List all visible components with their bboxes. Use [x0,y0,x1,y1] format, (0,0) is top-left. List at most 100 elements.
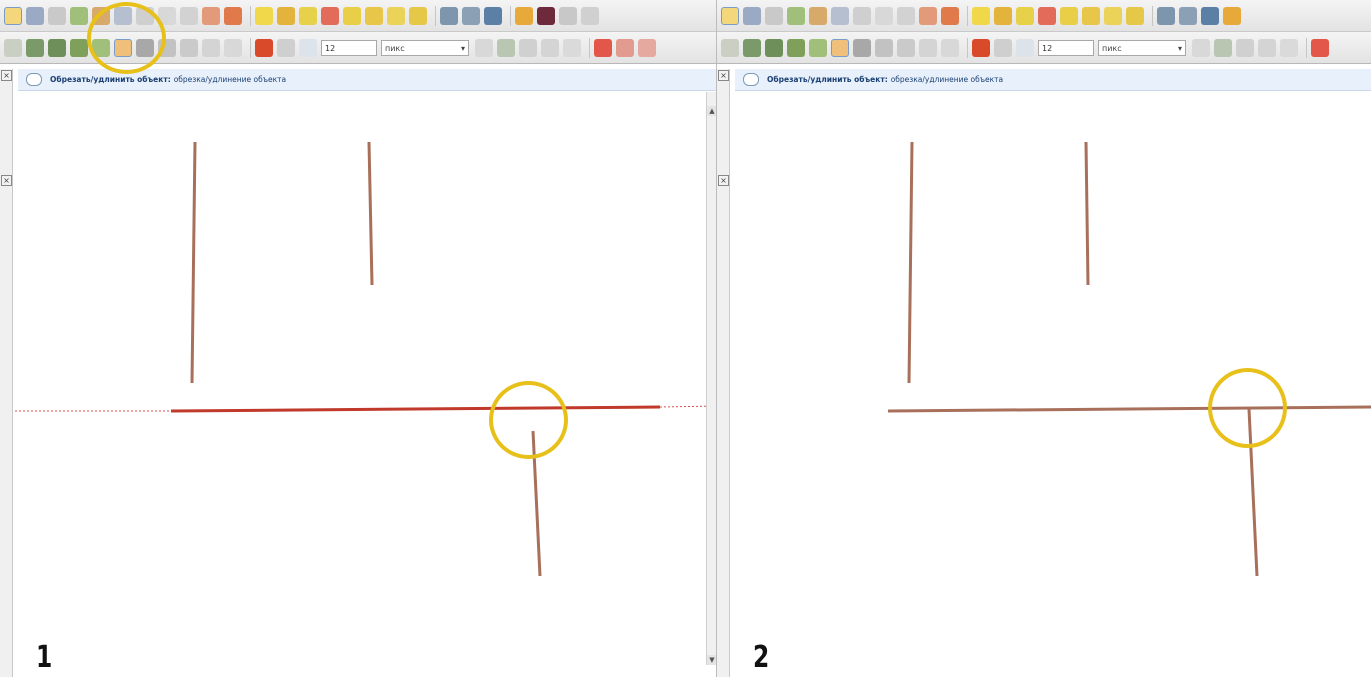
avoid-overlap-icon[interactable] [1236,38,1254,57]
selection-icon[interactable] [559,6,577,25]
topological-editing-icon[interactable] [475,38,493,57]
snapping-magnet-icon[interactable] [972,38,990,57]
trim-extend-feature-icon[interactable] [114,38,132,57]
topological-editing-icon[interactable] [1192,38,1210,57]
add-line-icon[interactable] [48,6,66,25]
tolerance-spinbox[interactable]: 12 [1038,39,1094,56]
processing-icon[interactable] [581,6,599,25]
parallel-icon[interactable] [638,38,656,57]
show-hide-labels-icon[interactable] [1082,6,1100,25]
fill-ring-icon[interactable] [743,38,761,57]
advanced-digitizing-icon[interactable] [594,38,612,57]
tolerance-unit-select[interactable]: пикс [1098,39,1186,57]
split-parts-icon[interactable] [158,38,176,57]
highlight-labels-icon[interactable] [1038,6,1056,25]
vertex-tool-icon[interactable] [70,6,88,25]
move-label-icon[interactable] [387,6,405,25]
advanced-digitizing-icon[interactable] [1311,38,1329,57]
tolerance-unit-select[interactable]: пикс [381,39,469,57]
split-parts-icon[interactable] [875,38,893,57]
self-snapping-icon[interactable] [1280,38,1298,57]
layer-diagram-icon[interactable] [1016,6,1034,25]
tolerance-spinbox[interactable]: 12 [321,39,377,56]
add-part-icon[interactable] [765,38,783,57]
delete-selected-icon[interactable] [114,6,132,25]
snap-type-icon[interactable] [994,38,1012,57]
attribute-table-icon[interactable] [537,6,555,25]
map-canvas[interactable] [732,91,1371,677]
undo-icon[interactable] [202,6,220,25]
delete-selected-icon[interactable] [831,6,849,25]
save-edits-icon[interactable] [26,6,44,25]
digitize-tools-icon[interactable] [92,6,110,25]
close-icon[interactable]: × [1,70,12,81]
pin-labels-icon[interactable] [1060,6,1078,25]
snapping-magnet-icon[interactable] [255,38,273,57]
paste-features-icon[interactable] [897,6,915,25]
plugin-python-icon[interactable] [1223,6,1241,25]
rotate-point-symbols-icon[interactable] [941,38,959,57]
split-features-icon[interactable] [136,38,154,57]
offset-curve-icon[interactable] [809,38,827,57]
construction-mode-icon[interactable] [616,38,634,57]
add-ring-icon[interactable] [721,38,739,57]
python-console-icon[interactable] [484,6,502,25]
show-hide-labels-icon[interactable] [365,6,383,25]
add-ring-icon[interactable] [4,38,22,57]
merge-attributes-icon[interactable] [919,38,937,57]
redo-icon[interactable] [224,6,242,25]
cut-features-icon[interactable] [136,6,154,25]
add-part-icon[interactable] [48,38,66,57]
map-canvas[interactable] [15,91,717,677]
rotate-label-icon[interactable] [1126,6,1144,25]
vertex-tool-icon[interactable] [787,6,805,25]
cut-features-icon[interactable] [853,6,871,25]
wfs-layer-icon[interactable] [462,6,480,25]
trim-extend-feature-icon[interactable] [831,38,849,57]
self-snapping-icon[interactable] [563,38,581,57]
copy-features-icon[interactable] [875,6,893,25]
layer-diagram-icon[interactable] [299,6,317,25]
split-features-icon[interactable] [853,38,871,57]
label-toolbar-icon[interactable] [255,6,273,25]
snap-intersection-icon[interactable] [1214,38,1232,57]
pin-labels-icon[interactable] [343,6,361,25]
tracing-icon[interactable] [541,38,559,57]
paste-features-icon[interactable] [180,6,198,25]
layer-labeling-icon[interactable] [277,6,295,25]
avoid-overlap-icon[interactable] [519,38,537,57]
wms-layer-icon[interactable] [440,6,458,25]
toggle-editing-icon[interactable] [721,6,739,25]
reshape-features-icon[interactable] [70,38,88,57]
redo-icon[interactable] [941,6,959,25]
move-label-icon[interactable] [1104,6,1122,25]
add-line-icon[interactable] [765,6,783,25]
close-icon[interactable]: × [718,70,729,81]
merge-features-icon[interactable] [180,38,198,57]
layer-labeling-icon[interactable] [994,6,1012,25]
fill-ring-icon[interactable] [26,38,44,57]
snap-tolerance-icon[interactable] [1016,38,1034,57]
highlight-labels-icon[interactable] [321,6,339,25]
merge-features-icon[interactable] [897,38,915,57]
snap-tolerance-icon[interactable] [299,38,317,57]
reshape-features-icon[interactable] [787,38,805,57]
rotate-label-icon[interactable] [409,6,427,25]
python-console-icon[interactable] [1201,6,1219,25]
label-toolbar-icon[interactable] [972,6,990,25]
offset-curve-icon[interactable] [92,38,110,57]
plugin-python-icon[interactable] [515,6,533,25]
wms-layer-icon[interactable] [1157,6,1175,25]
undo-icon[interactable] [919,6,937,25]
merge-attributes-icon[interactable] [202,38,220,57]
close-icon[interactable]: × [1,175,12,186]
close-icon[interactable]: × [718,175,729,186]
copy-features-icon[interactable] [158,6,176,25]
digitize-tools-icon[interactable] [809,6,827,25]
toggle-editing-icon[interactable] [4,6,22,25]
save-edits-icon[interactable] [743,6,761,25]
tracing-icon[interactable] [1258,38,1276,57]
snap-type-icon[interactable] [277,38,295,57]
wfs-layer-icon[interactable] [1179,6,1197,25]
snap-intersection-icon[interactable] [497,38,515,57]
